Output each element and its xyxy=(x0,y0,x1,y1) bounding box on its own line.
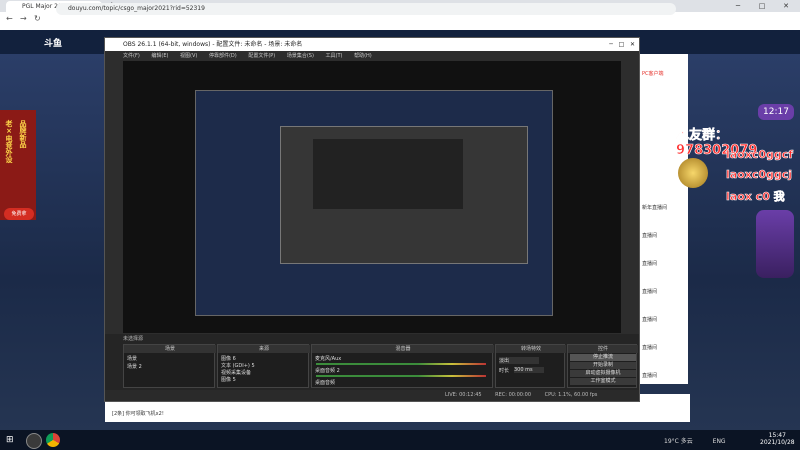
controls-dock-title: 控件 xyxy=(568,345,638,353)
left-banner-text: 老×电竞外设 xyxy=(5,120,13,163)
duration-input[interactable]: 300 ms xyxy=(514,367,544,373)
minimize-icon[interactable]: ─ xyxy=(726,0,750,12)
sidebar-line: 直播间 xyxy=(642,373,658,379)
transitions-dock: 转场特效 淡出 时长 300 ms xyxy=(495,344,566,388)
live-time: LIVE: 00:12:45 xyxy=(445,392,482,398)
recursive-preview-innermost xyxy=(313,139,463,209)
url-field[interactable]: douyu.com/topic/csgo_major2021?rid=52319 xyxy=(56,3,676,15)
clock-time: 15:47 xyxy=(768,432,786,439)
sidebar-line: 新年直播间 xyxy=(642,205,668,211)
site-logo[interactable]: 斗鱼 xyxy=(44,36,62,49)
rank-badge-icon xyxy=(756,210,794,278)
obs-titlebar: OBS 26.1.1 (64-bit, windows) - 配置文件: 未命名… xyxy=(105,38,639,51)
maximize-icon[interactable]: □ xyxy=(750,0,774,12)
mixer-dock: 混音器 麦克风/Aux 桌面音频 2 桌面音频 xyxy=(311,344,494,388)
cpu-fps: CPU: 1.1%, 60.00 fps xyxy=(544,392,598,398)
mixer-meter[interactable] xyxy=(316,363,486,365)
mixer-dock-title: 混音器 xyxy=(312,345,494,353)
controls-dock: 控件 停止推流 开始录制 启动虚拟摄像机 工作室模式 xyxy=(567,344,638,388)
menu-edit[interactable]: 编辑(E) xyxy=(151,53,168,59)
scene-item[interactable]: 场景 xyxy=(127,355,137,362)
reload-icon[interactable]: ↻ xyxy=(34,14,41,23)
weather-text[interactable]: 19°C 多云 xyxy=(664,438,693,445)
menu-view[interactable]: 视图(V) xyxy=(180,53,197,59)
back-icon[interactable]: ← xyxy=(6,14,13,23)
stop-streaming-button[interactable]: 停止推流 xyxy=(570,354,636,361)
scene-item[interactable]: 场景 2 xyxy=(127,363,142,370)
sidebar-line: 直播间 xyxy=(642,261,658,267)
close-icon[interactable]: ✕ xyxy=(774,0,798,12)
menu-file[interactable]: 文件(F) xyxy=(123,53,140,59)
language-indicator[interactable]: ENG xyxy=(713,438,726,445)
obs-taskbar-icon[interactable] xyxy=(26,433,42,449)
forward-icon[interactable]: → xyxy=(20,14,27,23)
mixer-meter[interactable] xyxy=(316,375,486,377)
gold-medal-icon xyxy=(678,158,708,188)
sidebar-line: 直播间 xyxy=(642,345,658,351)
system-tray: 19°C 多云 ENG xyxy=(664,436,726,445)
left-banner-subtext: 品牌新品 xyxy=(19,120,27,148)
source-item[interactable]: 图像 6 xyxy=(221,355,236,362)
sidebar-line: 直播间 xyxy=(642,289,658,295)
left-banner-button[interactable]: 免费拿 xyxy=(4,208,34,220)
obs-preview-canvas[interactable] xyxy=(123,61,621,333)
mixer-track-label: 桌面音频 xyxy=(315,380,336,386)
source-item[interactable]: 文本 (GDI+) 5 xyxy=(221,362,255,369)
mixer-track-label: 桌面音频 2 xyxy=(315,368,340,374)
duration-label: 时长 xyxy=(499,368,510,374)
scenes-dock-title: 场景 xyxy=(124,345,216,353)
overlay-handle: laoxc0ggcf xyxy=(726,148,794,162)
taskbar-clock[interactable]: 15:47 2021/10/28 xyxy=(760,432,795,446)
scenes-dock: 场景 场景 场景 2 xyxy=(123,344,216,388)
transitions-dock-title: 转场特效 xyxy=(496,345,566,353)
source-item[interactable]: 图像 5 xyxy=(221,376,236,383)
obs-window: OBS 26.1.1 (64-bit, windows) - 配置文件: 未命名… xyxy=(104,37,640,402)
recursive-preview-inner xyxy=(280,126,528,264)
recursive-preview xyxy=(195,90,553,316)
rec-time: REC: 00:00:00 xyxy=(495,392,532,398)
start-recording-button[interactable]: 开始录制 xyxy=(570,362,636,369)
sources-dock-title: 来源 xyxy=(218,345,310,353)
gift-tip[interactable]: [2条] 你可领取飞机x2! xyxy=(112,410,164,417)
virtual-camera-button[interactable]: 启动虚拟摄像机 xyxy=(570,370,636,377)
clock-date: 2021/10/28 xyxy=(760,439,795,446)
obs-menu-bar: 文件(F) 编辑(E) 视图(V) 停靠部件(D) 配置文件(P) 场景集合(S… xyxy=(105,51,639,61)
chrome-taskbar-icon[interactable] xyxy=(46,433,60,447)
obs-title-text: OBS 26.1.1 (64-bit, windows) - 配置文件: 未命名… xyxy=(123,41,303,48)
obs-status-bar: LIVE: 00:12:45 REC: 00:00:00 CPU: 1.1%, … xyxy=(105,390,639,401)
mixer-track-label: 麦克风/Aux xyxy=(315,356,342,362)
source-item[interactable]: 视频采集设备 xyxy=(221,369,251,376)
transition-select[interactable]: 淡出 xyxy=(499,357,539,364)
menu-scene-collection[interactable]: 场景集合(S) xyxy=(287,53,314,59)
obs-dock-area: 未选择源 场景 场景 场景 2 来源 图像 6 文本 (GDI+) 5 视频采集… xyxy=(105,334,639,390)
left-ad-banner[interactable]: 老×电竞外设 品牌新品 xyxy=(0,110,36,220)
menu-tools[interactable]: 工具(T) xyxy=(326,53,343,59)
obs-window-controls[interactable]: ─ □ ✕ xyxy=(609,38,635,51)
pc-client-link[interactable]: PC客户端 xyxy=(642,70,664,77)
menu-help[interactable]: 帮助(H) xyxy=(354,53,372,59)
sidebar-line: 直播间 xyxy=(642,233,658,239)
windows-start-icon[interactable]: ⊞ xyxy=(6,435,14,445)
menu-docks[interactable]: 停靠部件(D) xyxy=(209,53,237,59)
right-sidebar: PC客户端 新年直播间 直播间 直播间 直播间 直播间 直播间 直播间 xyxy=(640,54,688,384)
sources-dock: 来源 图像 6 文本 (GDI+) 5 视频采集设备 图像 5 xyxy=(217,344,310,388)
overlay-handle: laoxc0ggcj xyxy=(726,168,793,182)
no-source-label: 未选择源 xyxy=(123,336,144,342)
time-badge: 12:17 xyxy=(758,104,794,120)
studio-mode-button[interactable]: 工作室模式 xyxy=(570,378,636,385)
sidebar-line: 直播间 xyxy=(642,317,658,323)
menu-profile[interactable]: 配置文件(P) xyxy=(248,53,275,59)
overlay-handle: laox c0 我 xyxy=(726,190,785,204)
